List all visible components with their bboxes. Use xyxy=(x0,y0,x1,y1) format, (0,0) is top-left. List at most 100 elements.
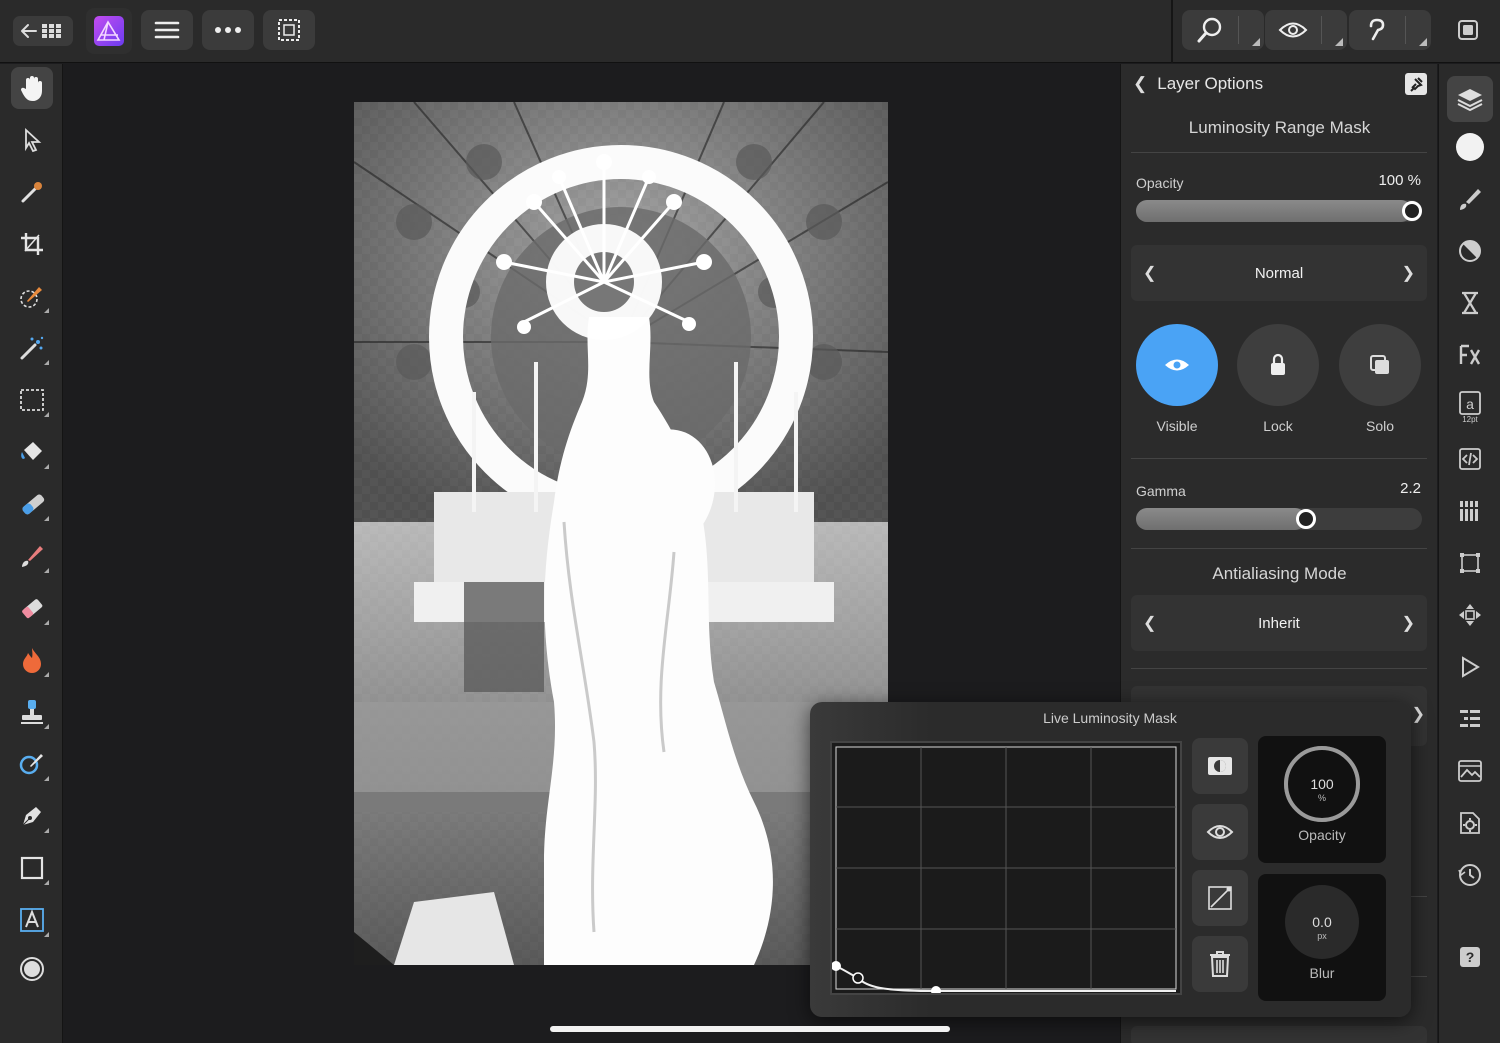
studio-strip: a 12pt ? xyxy=(1438,64,1500,1043)
visible-label: Visible xyxy=(1156,418,1198,434)
chevron-left-icon: ❮ xyxy=(1133,74,1148,93)
gradient-tool[interactable] xyxy=(11,483,53,525)
crop-tool[interactable] xyxy=(11,223,53,265)
svg-text:a: a xyxy=(1466,396,1474,412)
svg-text:?: ? xyxy=(1466,949,1475,965)
antialiasing-value: Inherit xyxy=(1258,614,1300,632)
panel-footer-row xyxy=(1131,1026,1427,1043)
view-mode-icon xyxy=(1265,10,1321,50)
channels-icon[interactable] xyxy=(1447,488,1493,534)
blend-mode-value: Normal xyxy=(1254,264,1304,282)
window-icon[interactable] xyxy=(1448,10,1488,50)
chevron-right-icon[interactable]: ❯ xyxy=(1412,704,1425,724)
gamma-slider[interactable] xyxy=(1136,508,1422,530)
solo-toggle[interactable] xyxy=(1339,324,1421,406)
marquee-tool[interactable] xyxy=(11,379,53,421)
curve-node[interactable] xyxy=(831,961,841,971)
curve-node[interactable] xyxy=(931,986,941,996)
pin-icon[interactable] xyxy=(1405,73,1427,95)
retouch-tool[interactable] xyxy=(11,743,53,785)
rectangle-tool[interactable] xyxy=(11,847,53,889)
hamburger-icon[interactable] xyxy=(141,10,193,50)
affinity-photo-logo[interactable] xyxy=(86,8,132,54)
gamma-value: 2.2 xyxy=(1400,480,1421,497)
delete-button[interactable] xyxy=(1192,936,1248,992)
opacity-slider-knob[interactable] xyxy=(1402,201,1422,221)
code-icon[interactable] xyxy=(1447,436,1493,482)
lock-label: Lock xyxy=(1263,418,1293,434)
dodge-burn-tool[interactable] xyxy=(11,639,53,681)
hand-tool[interactable] xyxy=(11,67,53,109)
curve-node[interactable] xyxy=(852,972,864,984)
gamma-slider-knob[interactable] xyxy=(1295,509,1316,529)
opacity-slider[interactable] xyxy=(1136,200,1422,222)
navigator-icon[interactable] xyxy=(1447,592,1493,638)
view-mode-icon xyxy=(1206,825,1234,839)
luminosity-curve-graph[interactable] xyxy=(830,741,1182,996)
settings-icon[interactable] xyxy=(1447,800,1493,846)
zoom-button[interactable] xyxy=(1182,10,1264,50)
assistant-button[interactable] xyxy=(1349,10,1431,50)
toolbar-divider xyxy=(1171,0,1173,63)
color-picker-tool[interactable] xyxy=(11,171,53,213)
mask-blur-unit: px xyxy=(1317,931,1327,941)
flood-select-tool[interactable] xyxy=(11,327,53,369)
fx-icon[interactable] xyxy=(1447,332,1493,378)
visible-toggle[interactable] xyxy=(1136,324,1218,406)
view-mode-button[interactable] xyxy=(1265,10,1347,50)
erase-brush-tool[interactable] xyxy=(11,587,53,629)
chevron-left-icon[interactable]: ❮ xyxy=(1143,613,1156,633)
pen-tool[interactable] xyxy=(11,795,53,837)
history-icon[interactable] xyxy=(1447,852,1493,898)
antialiasing-selector[interactable]: ❮ Inherit ❯ xyxy=(1131,595,1427,651)
antialiasing-title: Antialiasing Mode xyxy=(1212,564,1347,583)
eye-icon xyxy=(1165,359,1189,371)
artistic-text-tool[interactable] xyxy=(11,899,53,941)
chevron-right-icon[interactable]: ❯ xyxy=(1402,613,1415,633)
curve-icon xyxy=(1208,886,1232,910)
selection-icon[interactable] xyxy=(263,10,315,50)
help-icon[interactable]: ? xyxy=(1447,934,1493,980)
home-indicator[interactable] xyxy=(550,1026,950,1032)
reset-curve-button[interactable] xyxy=(1192,870,1248,926)
export-icon[interactable] xyxy=(1447,748,1493,794)
adjustments-icon[interactable] xyxy=(1447,228,1493,274)
paint-brush-tool[interactable] xyxy=(11,535,53,577)
luminosity-mask-preview xyxy=(354,102,888,965)
layer-options-title: Layer Options xyxy=(1157,74,1264,93)
flood-fill-tool[interactable] xyxy=(11,431,53,473)
divider xyxy=(1131,458,1427,459)
shape-tool[interactable] xyxy=(11,948,53,990)
mask-blur-value: 0.0 xyxy=(1312,914,1332,930)
document-image[interactable] xyxy=(354,102,888,965)
move-tool[interactable] xyxy=(11,119,53,161)
divider xyxy=(1131,548,1427,549)
blend-mode-selector[interactable]: ❮ Normal ❯ xyxy=(1131,245,1427,301)
brush-icon[interactable] xyxy=(1447,176,1493,222)
transform-icon[interactable] xyxy=(1447,540,1493,586)
lock-toggle[interactable] xyxy=(1237,324,1319,406)
text-styles-icon[interactable]: a 12pt xyxy=(1447,384,1493,430)
opacity-label: Opacity xyxy=(1136,175,1184,191)
opacity-slider-fill xyxy=(1136,200,1412,222)
mask-blur-dial[interactable]: 0.0 px Blur xyxy=(1258,874,1386,1001)
selection-brush-tool[interactable] xyxy=(11,275,53,317)
back-grid-icon[interactable] xyxy=(13,16,73,46)
invert-mask-button[interactable] xyxy=(1192,738,1248,794)
layer-options-back[interactable]: ❮ Layer Options xyxy=(1133,74,1263,94)
library-icon[interactable] xyxy=(1447,696,1493,742)
stock-icon[interactable] xyxy=(1447,280,1493,326)
chevron-right-icon[interactable]: ❯ xyxy=(1402,263,1415,283)
layers-icon[interactable] xyxy=(1447,76,1493,122)
mask-opacity-dial[interactable]: 100 % Opacity xyxy=(1258,736,1386,863)
opacity-value: 100 % xyxy=(1378,172,1421,189)
chevron-left-icon[interactable]: ❮ xyxy=(1143,263,1156,283)
macro-icon[interactable] xyxy=(1447,644,1493,690)
more-icon[interactable] xyxy=(202,10,254,50)
tools-panel xyxy=(0,64,63,1043)
mask-opacity-label: Opacity xyxy=(1298,827,1346,843)
color-icon[interactable] xyxy=(1447,124,1493,170)
clone-tool[interactable] xyxy=(11,691,53,733)
mask-opacity-value: 100 xyxy=(1310,776,1334,792)
mask-view-button[interactable] xyxy=(1192,804,1248,860)
